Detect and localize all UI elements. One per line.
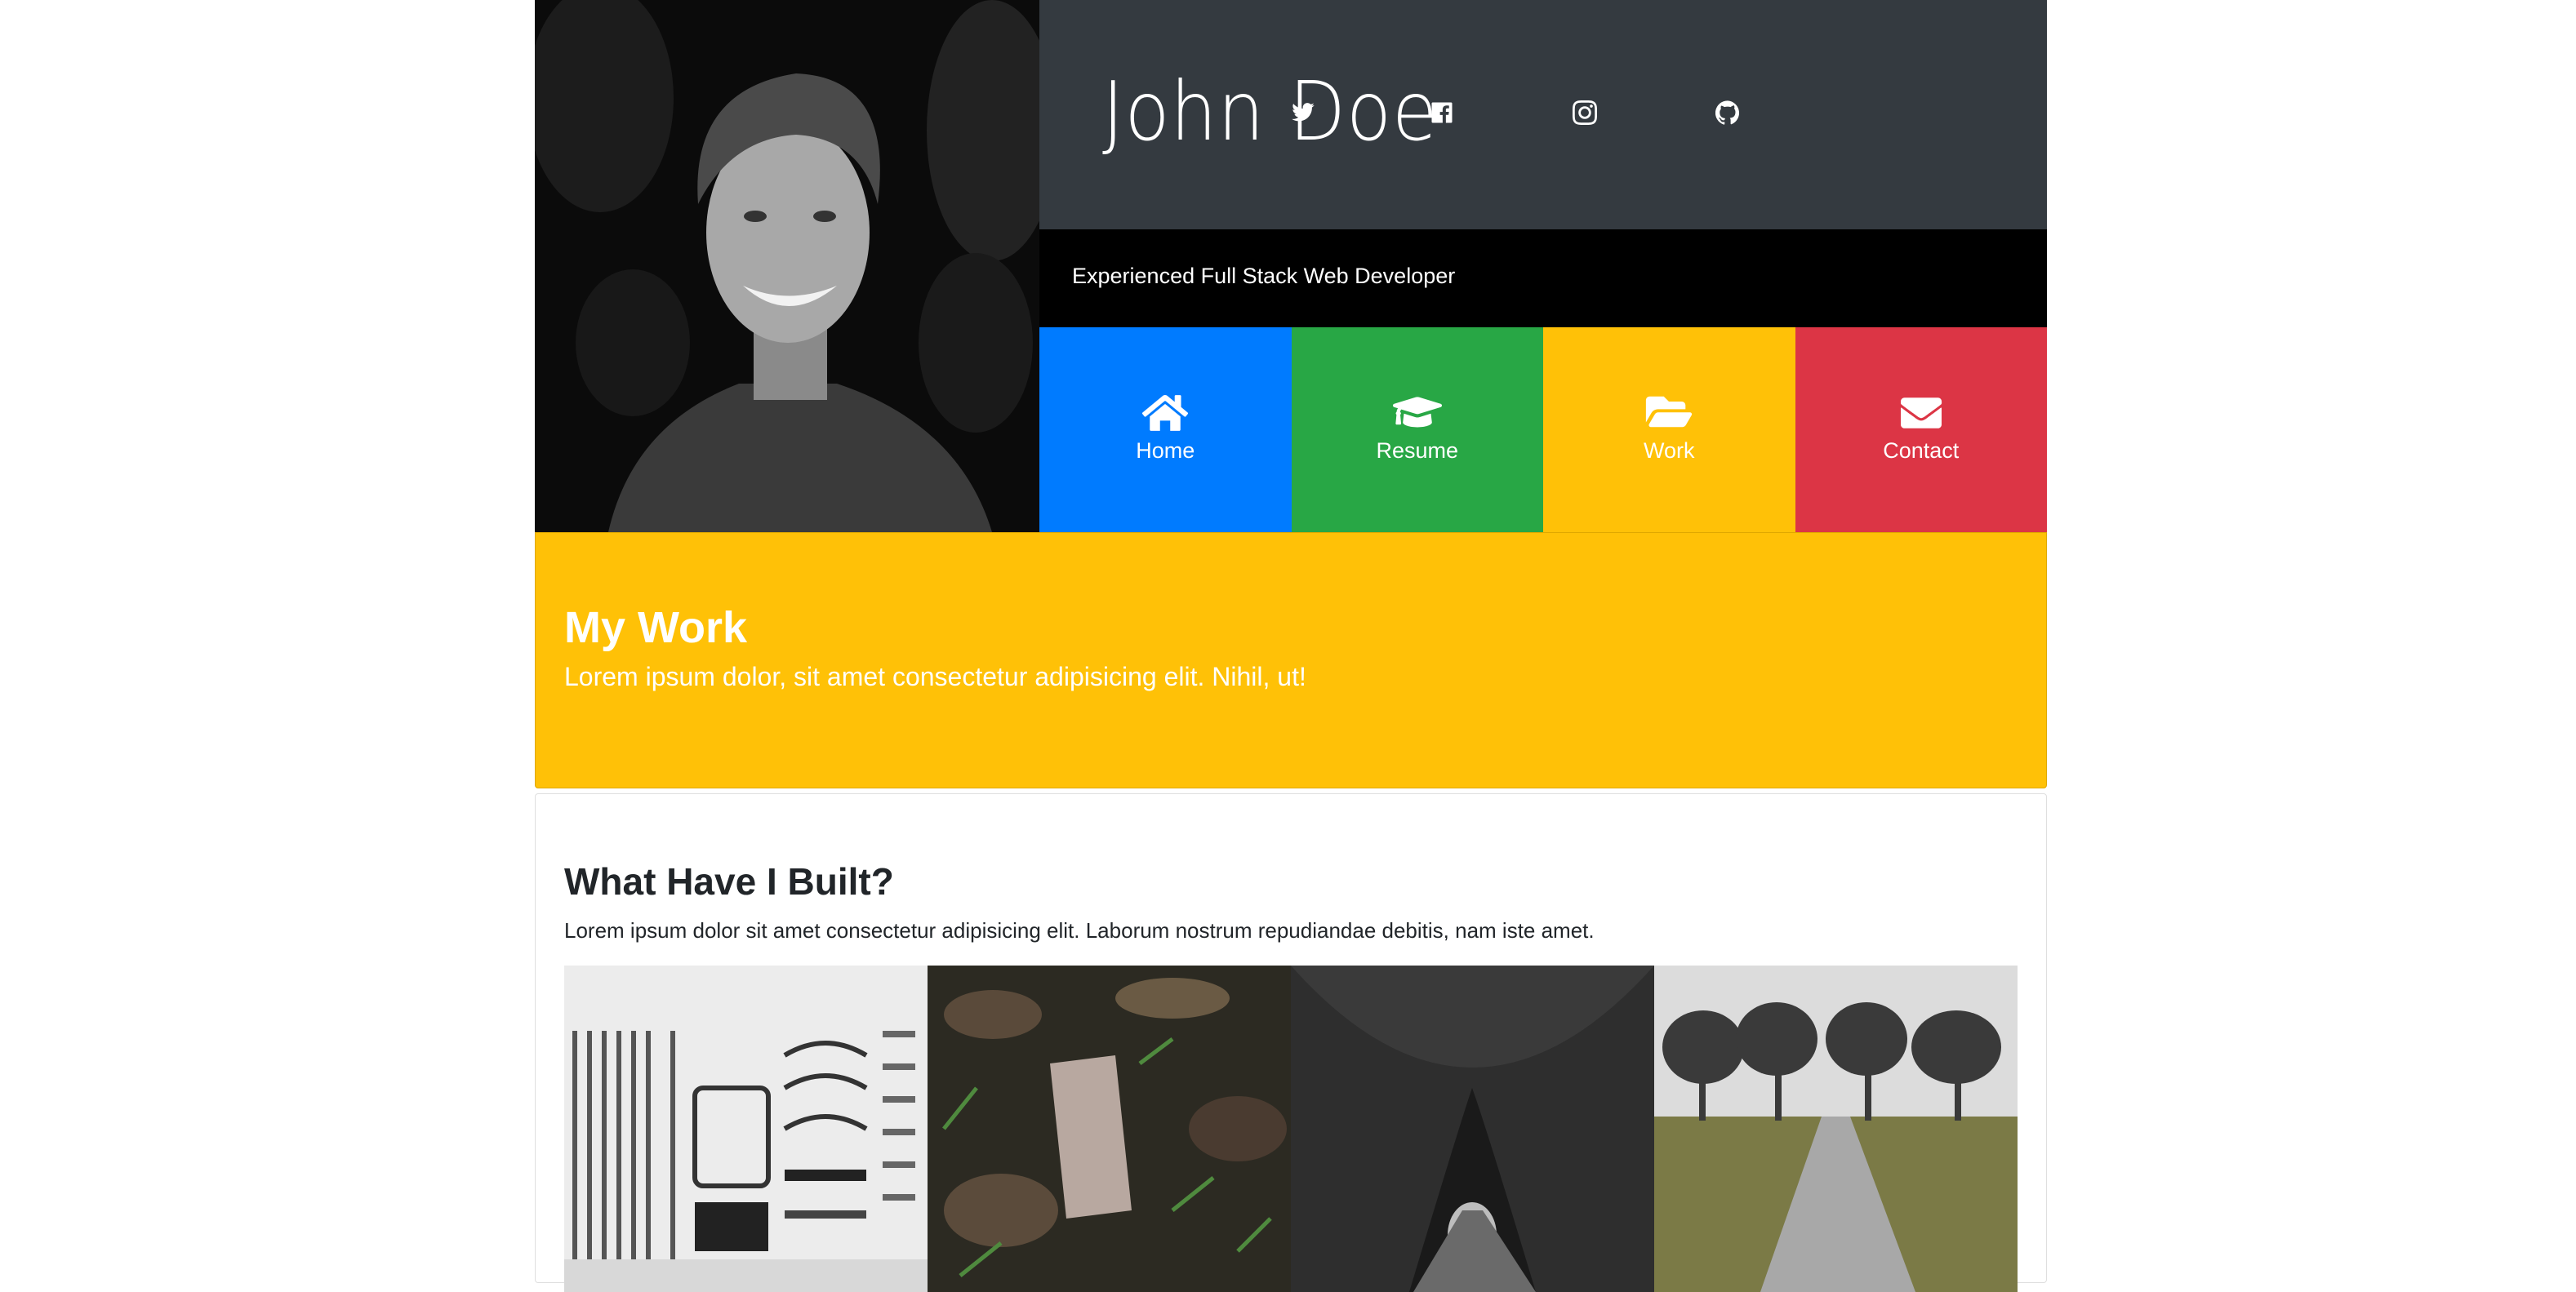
github-icon[interactable] [1713,98,1742,127]
my-work-subtitle: Lorem ipsum dolor, sit amet consectetur … [564,662,1306,691]
profile-photo [535,0,1039,532]
nav-work-label: Work [1643,438,1695,463]
my-work-title: My Work [564,603,748,652]
twitter-icon[interactable] [1288,98,1318,127]
title-bar: John Doe [1039,0,2047,229]
site-name: John Doe [1102,64,1439,159]
work-gallery [564,966,2018,1292]
envelope-icon [1897,393,1946,433]
my-work-banner: My Work Lorem ipsum dolor, sit amet cons… [535,532,2047,788]
facebook-icon[interactable] [1427,98,1457,127]
home-icon [1141,393,1190,433]
main-nav: Home Resume Work Contact [1039,327,2047,532]
work-thumbnail-typewriter-parts[interactable] [564,966,928,1292]
folder-open-icon [1644,393,1693,433]
work-thumbnail-forest-floor[interactable] [928,966,1291,1292]
work-thumbnail-tree-path[interactable] [1654,966,2018,1292]
nav-work[interactable]: Work [1543,327,1795,532]
page: John Doe Experienced Full Stack Web Deve… [535,0,2047,1292]
nav-resume-label: Resume [1376,438,1459,463]
built-text: Lorem ipsum dolor sit amet consectetur a… [564,918,1595,943]
work-thumbnail-tree-tunnel[interactable] [1291,966,1654,1292]
tagline-bar: Experienced Full Stack Web Developer [1039,229,2047,327]
graduation-cap-icon [1392,393,1442,433]
tagline: Experienced Full Stack Web Developer [1072,264,1456,288]
nav-contact[interactable]: Contact [1795,327,2047,532]
nav-contact-label: Contact [1883,438,1960,463]
nav-resume[interactable]: Resume [1291,327,1543,532]
header: John Doe Experienced Full Stack Web Deve… [535,0,2047,532]
instagram-icon[interactable] [1570,98,1599,127]
nav-home-label: Home [1136,438,1195,463]
nav-home[interactable]: Home [1039,327,1292,532]
built-section: What Have I Built? Lorem ipsum dolor sit… [535,793,2047,1292]
built-title: What Have I Built? [564,860,894,903]
